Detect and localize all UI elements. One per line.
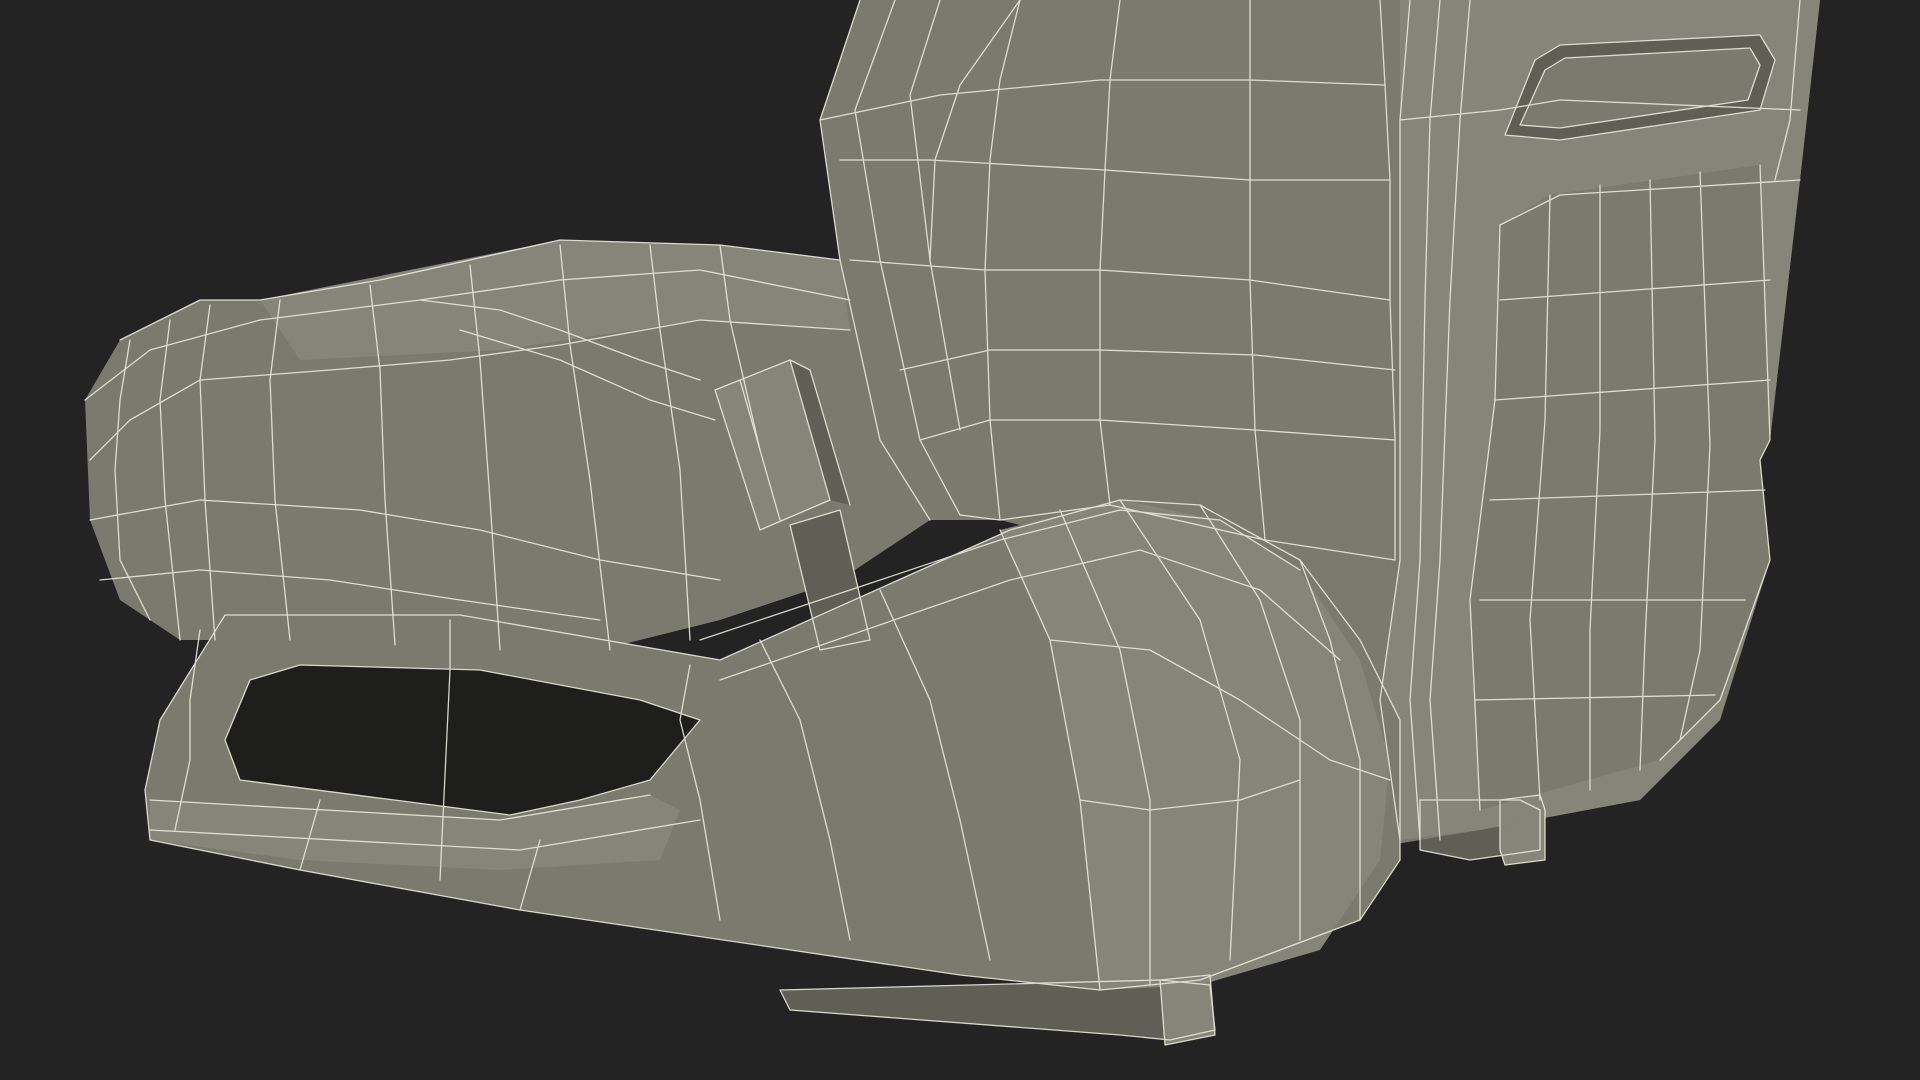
render-viewport: .surface { fill: #7a7a6e; } .light { fil… (0, 0, 1920, 1080)
seat-wireframe-render: .surface { fill: #7a7a6e; } .light { fil… (84, 0, 1820, 1046)
